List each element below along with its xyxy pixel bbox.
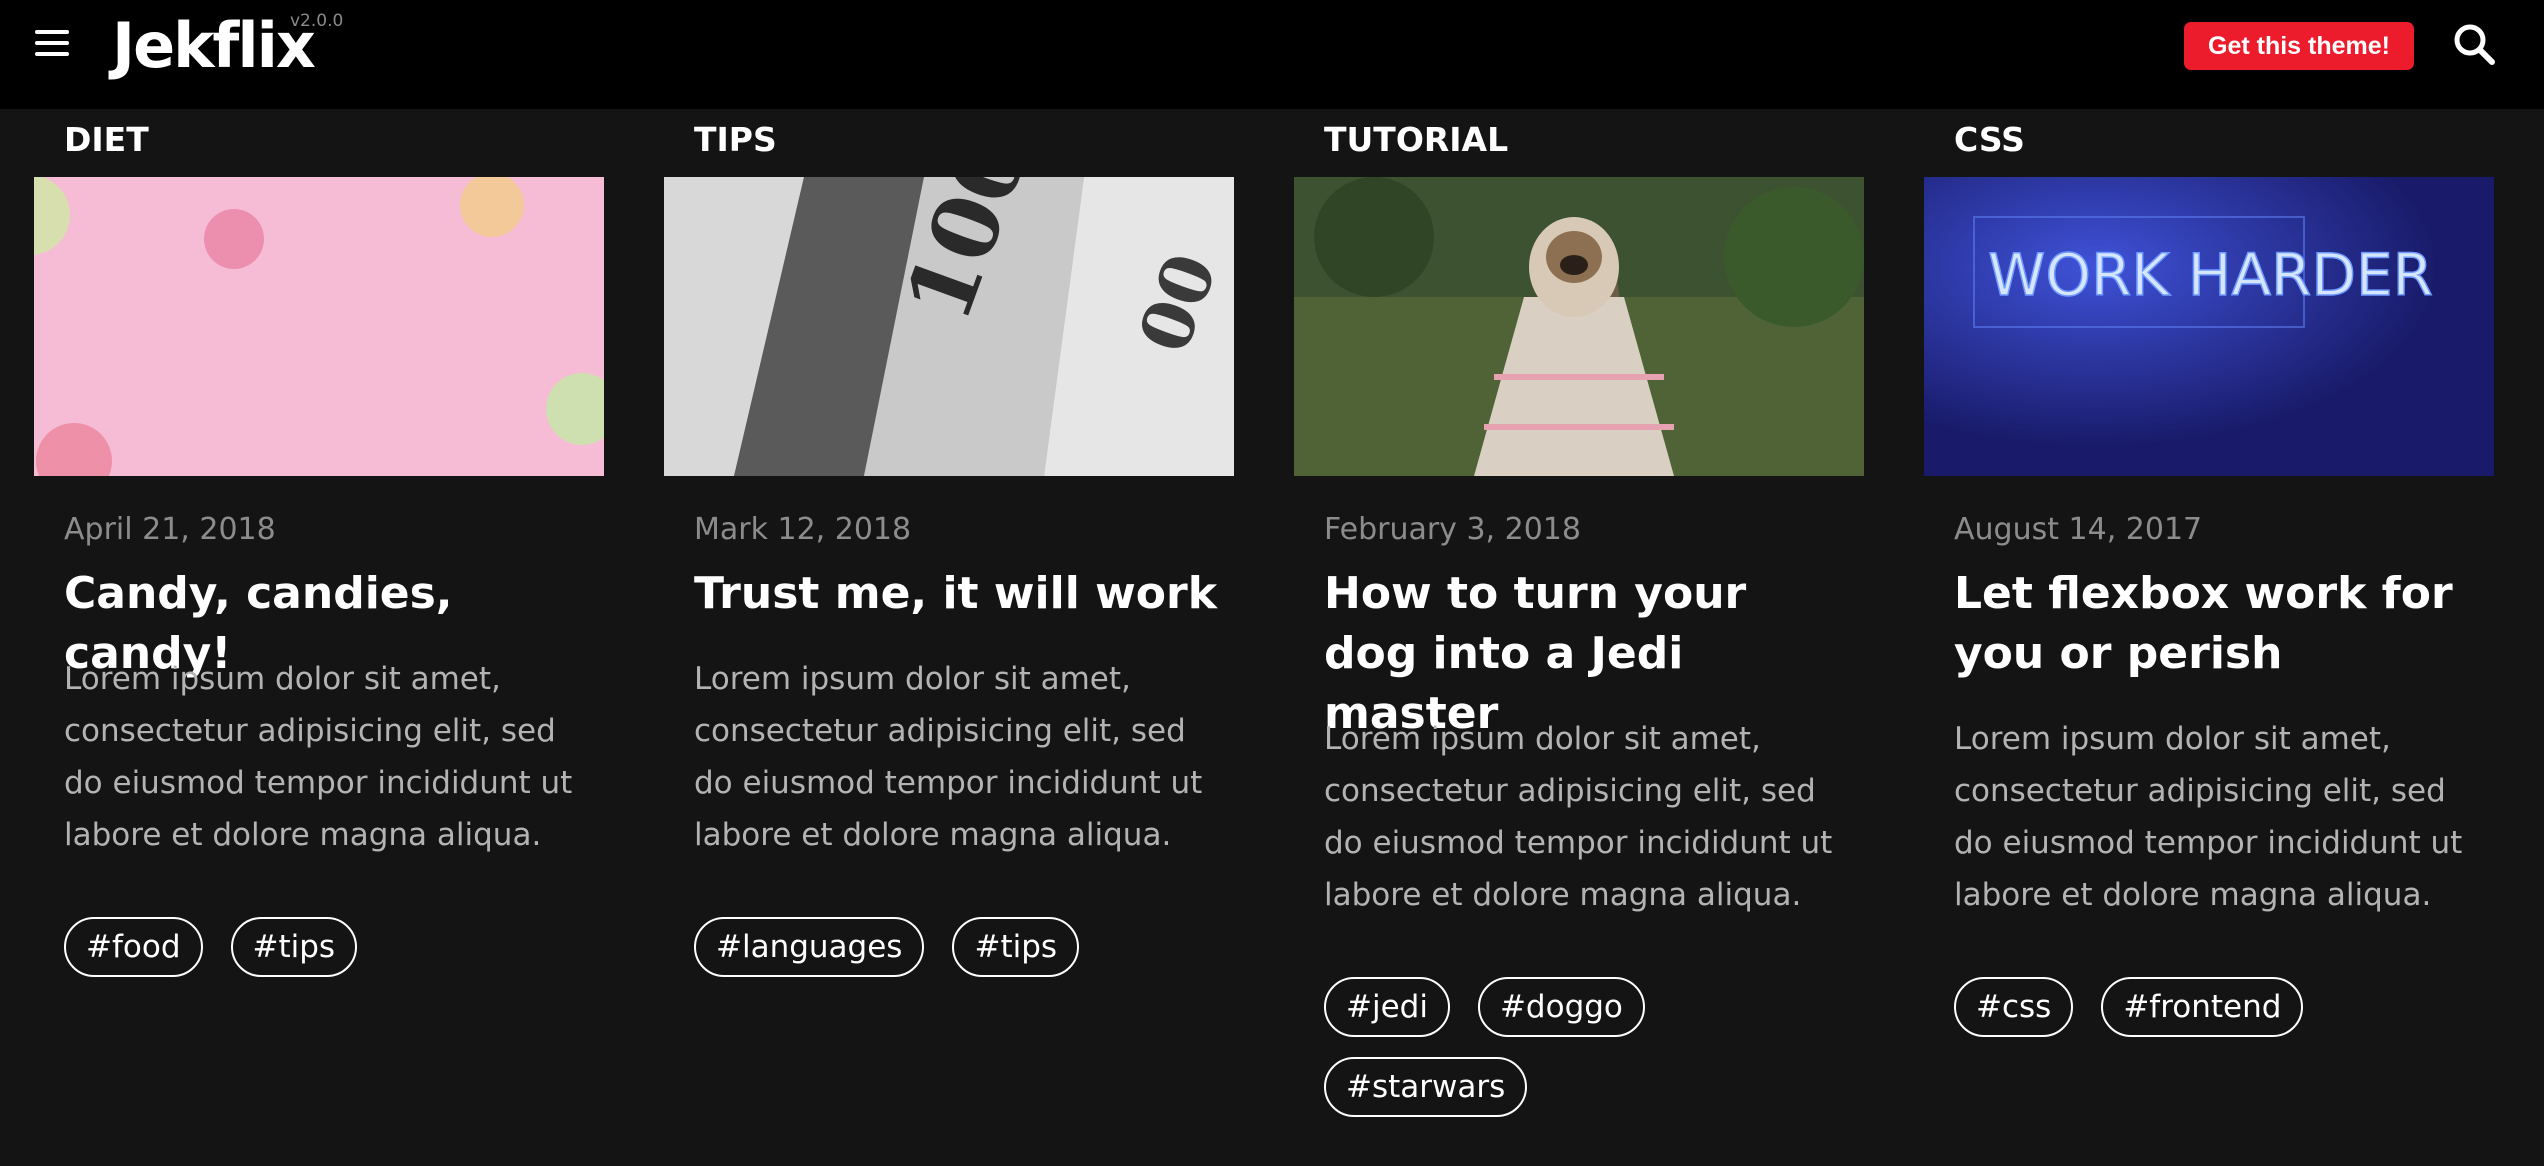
post-tags: #languages #tips [694,917,1214,977]
tag-chip[interactable]: #doggo [1477,977,1645,1037]
tag-chip[interactable]: #tips [952,917,1080,977]
post-thumbnail-macarons[interactable] [34,177,604,476]
tag-chip[interactable]: #jedi [1324,977,1450,1037]
post-thumbnail-dollar-bills[interactable]: 100 00 [664,177,1234,476]
post-title[interactable]: Trust me, it will work [694,564,1224,624]
tag-chip[interactable]: #languages [694,917,925,977]
post-date: August 14, 2017 [1954,512,2203,547]
post-excerpt: Lorem ipsum dolor sit amet, consectetur … [64,661,573,853]
top-navigation-bar: Jekflix v2.0.0 Get this theme! [0,0,2544,109]
post-excerpt: Lorem ipsum dolor sit amet, consectetur … [694,661,1203,853]
tag-chip[interactable]: #food [64,917,203,977]
post-date: Mark 12, 2018 [694,512,912,547]
post-date: February 3, 2018 [1324,512,1581,547]
post-thumbnail-pug[interactable] [1294,177,1864,476]
tag-chip[interactable]: #tips [230,917,358,977]
post-date: April 21, 2018 [64,512,276,547]
tag-chip[interactable]: #frontend [2101,977,2304,1037]
post-category[interactable]: CSS [1954,120,2025,160]
tag-chip[interactable]: #css [1954,977,2074,1037]
search-icon[interactable] [2450,20,2498,68]
hamburger-menu-icon[interactable] [33,28,73,60]
post-tags: #jedi #doggo #starwars [1324,977,1844,1117]
post-category[interactable]: TIPS [694,120,777,160]
post-category[interactable]: TUTORIAL [1324,120,1508,160]
post-category[interactable]: DIET [64,120,149,160]
neon-sign-text: WORK HARDER [1988,241,2433,309]
post-title[interactable]: Let flexbox work for you or perish [1954,564,2484,684]
post-tags: #food #tips [64,917,584,977]
post-excerpt: Lorem ipsum dolor sit amet, consectetur … [1324,721,1833,913]
version-label: v2.0.0 [290,11,344,31]
post-tags: #css #frontend [1954,977,2474,1037]
get-theme-button[interactable]: Get this theme! [2184,22,2414,70]
tag-chip[interactable]: #starwars [1324,1057,1528,1117]
site-logo[interactable]: Jekflix [112,10,316,82]
post-excerpt: Lorem ipsum dolor sit amet, consectetur … [1954,721,2463,913]
post-thumbnail-neon-sign[interactable]: WORK HARDER [1924,177,2494,476]
